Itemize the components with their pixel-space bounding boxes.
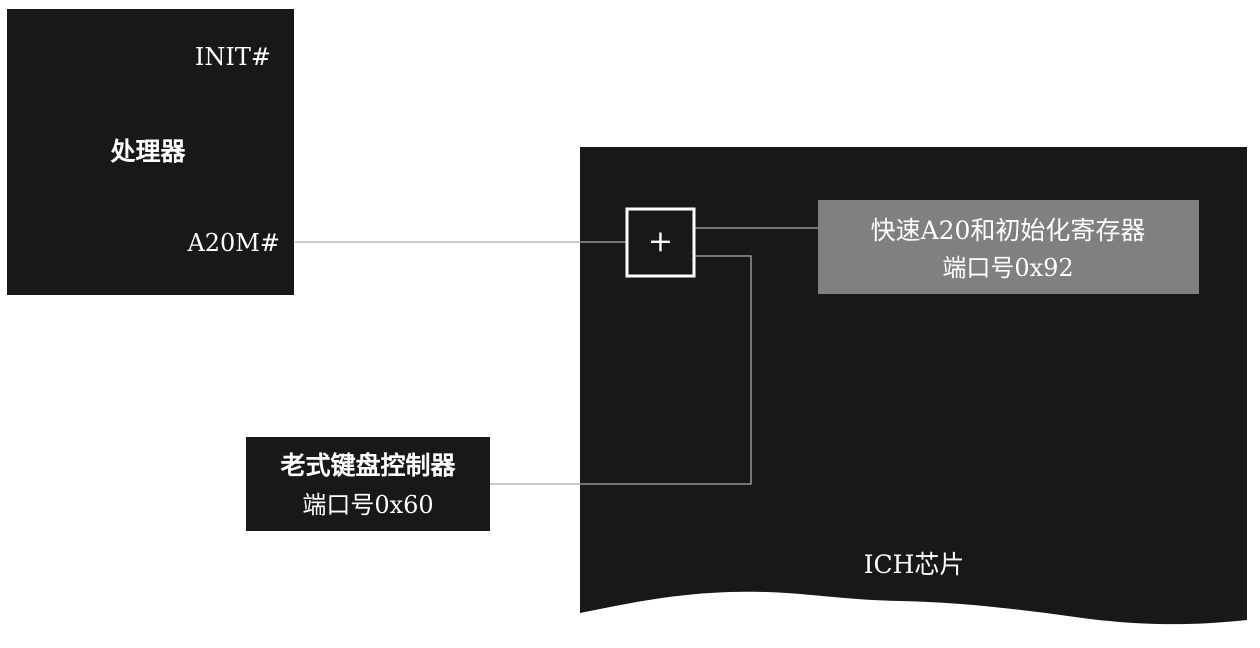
or-gate-symbol: +: [648, 224, 673, 259]
or-gate: +: [625, 207, 696, 278]
pin-init-label: INIT#: [195, 43, 271, 71]
keyboard-controller-line1: 老式键盘控制器: [280, 451, 456, 480]
keyboard-controller-line2: 端口号0x60: [302, 491, 433, 519]
fast-a20-register: 快速A20和初始化寄存器 端口号0x92: [818, 200, 1199, 294]
fast-a20-register-line2: 端口号0x92: [942, 254, 1073, 282]
a20-gate-diagram: 处理器 INIT# A20M# ICH芯片 + 快速A20和初始化寄存器 端口号…: [7, 9, 1247, 625]
processor-block: 处理器 INIT# A20M#: [7, 9, 294, 295]
fast-a20-register-line1: 快速A20和初始化寄存器: [871, 216, 1146, 245]
ich-chip-label: ICH芯片: [864, 550, 965, 579]
processor-title: 处理器: [109, 137, 186, 166]
keyboard-controller: 老式键盘控制器 端口号0x60: [246, 437, 490, 531]
pin-a20m-label: A20M#: [186, 229, 280, 257]
